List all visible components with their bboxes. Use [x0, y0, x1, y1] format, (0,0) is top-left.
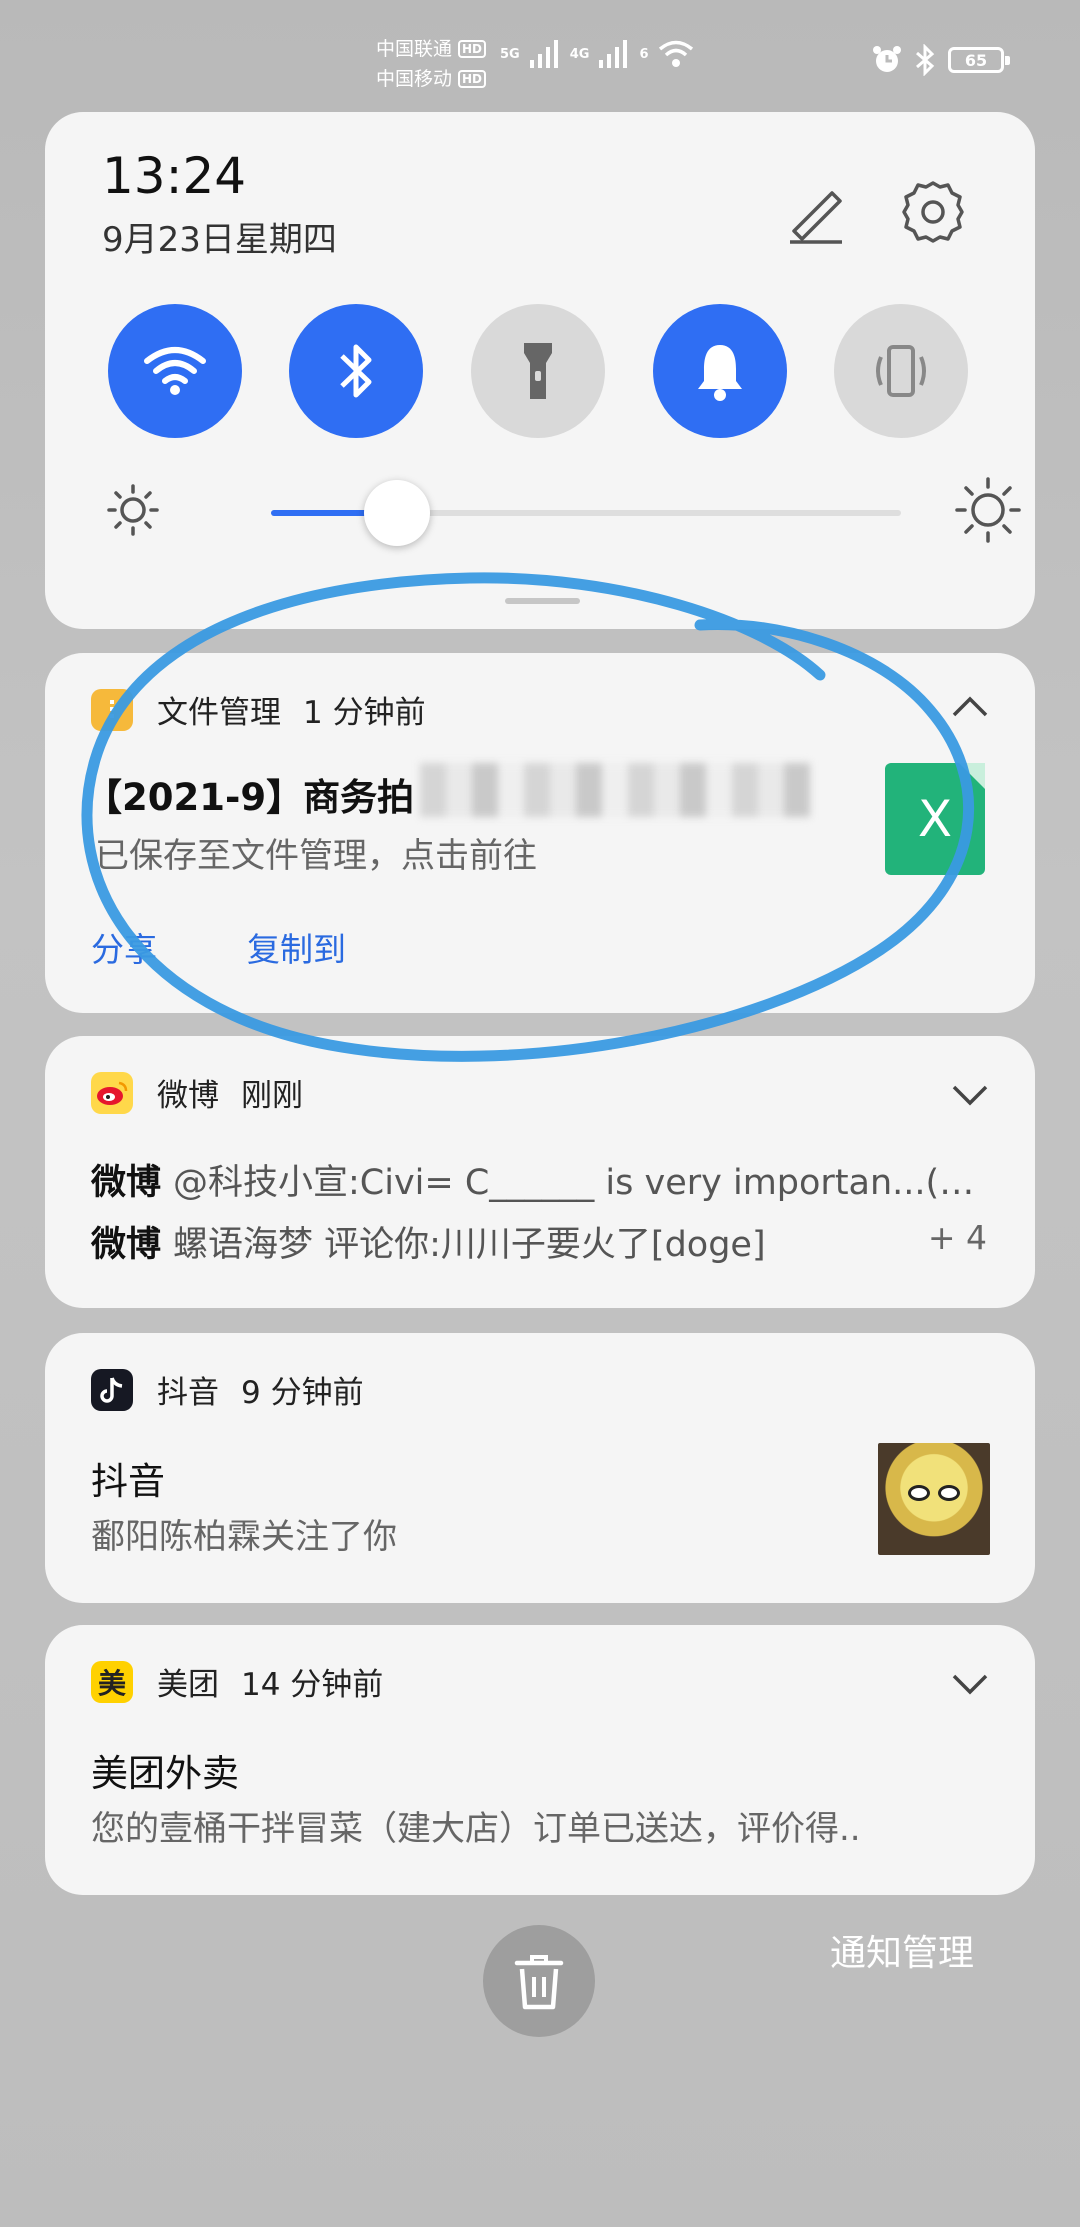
notification-time: 14 分钟前 — [241, 1667, 384, 1703]
more-count-badge: + 4 — [927, 1218, 987, 1257]
share-action[interactable]: 分享 — [91, 923, 157, 971]
weibo-app-icon — [91, 1071, 133, 1114]
battery-indicator: 65 — [948, 47, 1010, 73]
bluetooth-toggle[interactable] — [289, 304, 423, 438]
bluetooth-icon — [340, 344, 372, 398]
excel-file-icon: X — [885, 763, 985, 875]
edit-button[interactable] — [775, 172, 855, 252]
notification-title: 【2021-9】商务拍 — [85, 776, 415, 819]
notification-header: 文件管理 1 分钟前 — [91, 687, 426, 732]
drag-handle[interactable] — [505, 598, 580, 604]
system-status: 65 — [872, 44, 1010, 76]
pencil-icon — [790, 191, 842, 244]
avatar-thumbnail — [878, 1443, 990, 1555]
vibrate-toggle[interactable] — [834, 304, 968, 438]
notification-douyin[interactable]: 抖音 9 分钟前 抖音 鄱阳陈柏霖关注了你 — [45, 1333, 1035, 1603]
signal-icon — [529, 40, 558, 68]
carrier-info: 中国联通 HD 中国移动 HD — [376, 34, 487, 94]
notification-meituan[interactable]: 美 美团 14 分钟前 美团外卖 您的壹桶干拌冒菜（建大店）订单已送达，评价得.… — [45, 1625, 1035, 1895]
notification-app-name: 美团 — [157, 1667, 219, 1703]
carrier-1: 中国联通 — [376, 38, 453, 60]
hd-badge: HD — [458, 40, 487, 58]
network-type-2: 4G — [569, 46, 590, 62]
battery-level: 65 — [964, 50, 988, 70]
brightness-high-icon — [955, 477, 1021, 543]
wifi-generation: 6 — [639, 46, 649, 62]
wifi-status-icon — [659, 40, 694, 67]
notification-header: 微博 刚刚 — [91, 1070, 303, 1115]
chevron-up-icon[interactable] — [950, 695, 990, 719]
notification-title: 抖音 — [91, 1460, 165, 1503]
notification-title: 美团外卖 — [91, 1752, 239, 1795]
wifi-toggle[interactable] — [108, 304, 242, 438]
brightness-low-icon — [107, 484, 159, 536]
brightness-slider-knob[interactable] — [364, 480, 430, 546]
alarm-icon — [873, 46, 901, 72]
hd-badge: HD — [458, 70, 487, 88]
weibo-message-2: 微博 螺语海梦 评论你:川川子要火了[doge] — [91, 1225, 766, 1265]
douyin-app-icon — [91, 1368, 133, 1411]
file-manager-app-icon — [91, 688, 133, 731]
notification-time: 9 分钟前 — [241, 1375, 364, 1411]
copy-to-action[interactable]: 复制到 — [247, 923, 346, 971]
chevron-down-icon[interactable] — [950, 1083, 990, 1107]
notification-text: 鄱阳陈柏霖关注了你 — [91, 1517, 397, 1557]
blurred-filename — [420, 763, 810, 817]
notification-header: 美 美团 14 分钟前 — [91, 1659, 383, 1704]
clear-all-button[interactable] — [483, 1925, 595, 2037]
wifi-icon — [144, 347, 206, 395]
notification-files[interactable]: 文件管理 1 分钟前 【2021-9】商务拍 已保存至文件管理，点击前往 X 分… — [45, 653, 1035, 1013]
meituan-app-icon: 美 — [91, 1660, 133, 1703]
network-type-1: 5G — [500, 46, 520, 62]
clock-time: 13:24 — [102, 147, 247, 205]
chevron-down-icon[interactable] — [950, 1672, 990, 1696]
notification-app-name: 微博 — [157, 1078, 219, 1114]
trash-icon — [514, 1955, 564, 2010]
quick-settings-panel: 13:24 9月23日星期四 — [45, 112, 1035, 629]
gear-icon — [902, 181, 964, 243]
weibo-message-1: 微博 @科技小宣:Civi= C______ is very importan..… — [91, 1163, 975, 1203]
notification-app-name: 文件管理 — [157, 695, 281, 731]
flashlight-icon — [524, 343, 552, 399]
carrier-2: 中国移动 — [376, 68, 453, 90]
bluetooth-status-icon — [916, 44, 935, 76]
notification-weibo[interactable]: 微博 刚刚 微博 @科技小宣:Civi= C______ is very impo… — [45, 1036, 1035, 1308]
sound-toggle[interactable] — [653, 304, 787, 438]
notification-text: 您的壹桶干拌冒菜（建大店）订单已送达，评价得.. — [91, 1809, 861, 1849]
bell-icon — [698, 345, 742, 401]
notification-text: 已保存至文件管理，点击前往 — [95, 836, 537, 876]
brightness-slider[interactable] — [271, 480, 901, 546]
status-bar: 中国联通 HD 中国移动 HD 5G 4G 6 65 — [0, 0, 1080, 110]
clock-date: 9月23日星期四 — [102, 220, 337, 260]
notification-header: 抖音 9 分钟前 — [91, 1367, 364, 1412]
signal-icon — [599, 40, 628, 68]
notification-app-name: 抖音 — [157, 1375, 219, 1411]
settings-button[interactable] — [893, 172, 973, 252]
notification-management-link[interactable]: 通知管理 — [830, 1924, 974, 1976]
brightness-row — [105, 477, 1021, 547]
vibrate-icon — [876, 345, 926, 397]
notification-time: 1 分钟前 — [303, 695, 426, 731]
notification-time: 刚刚 — [241, 1078, 303, 1114]
signal-indicators: 5G 4G 6 — [500, 40, 694, 68]
flashlight-toggle[interactable] — [471, 304, 605, 438]
